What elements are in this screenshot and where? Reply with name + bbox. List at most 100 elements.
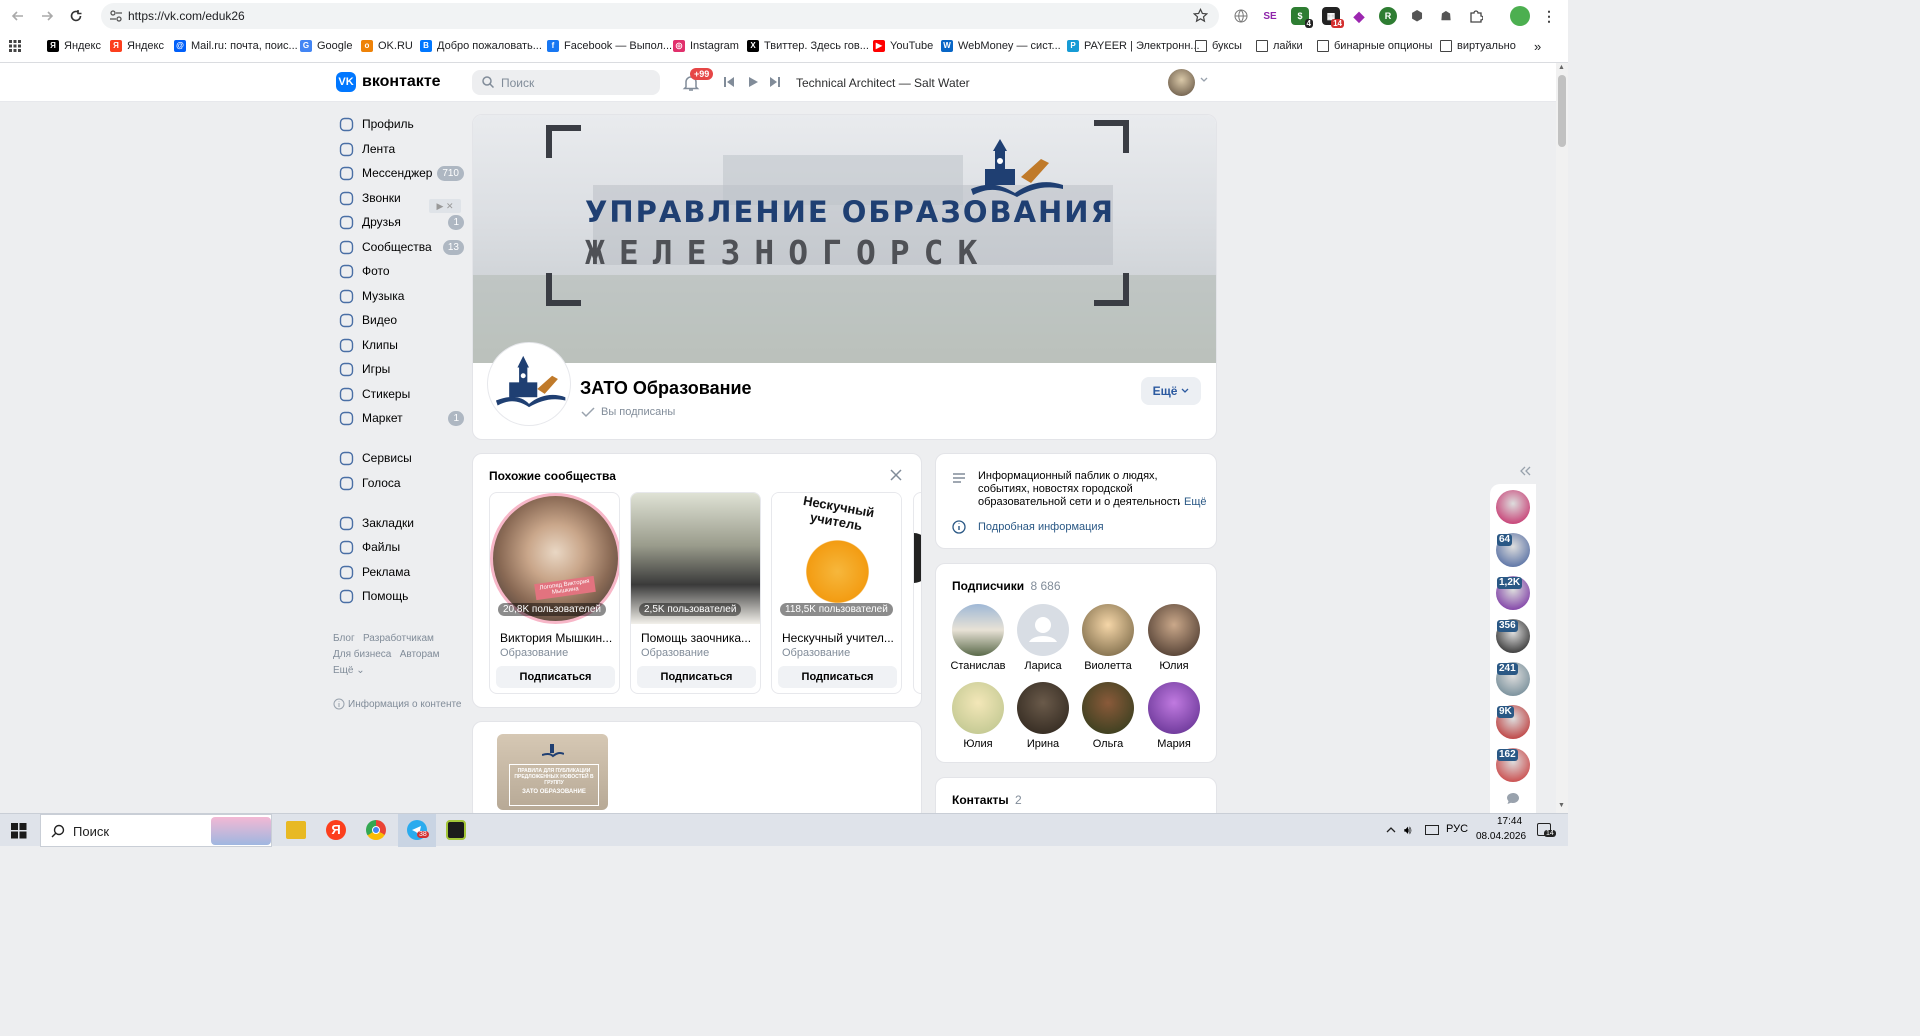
bookmark-12[interactable]: буксы [1195, 36, 1242, 56]
se-extension-icon[interactable]: SE [1261, 7, 1279, 25]
nav-item-1[interactable]: Лента [338, 138, 464, 160]
player-track-title[interactable]: Technical Architect — Salt Water [796, 76, 970, 90]
globe-extension-icon[interactable] [1232, 7, 1250, 25]
footer-link-developers[interactable]: Разработчикам [363, 633, 434, 644]
bookmark-4[interactable]: o OK.RU [361, 36, 413, 56]
similar-community-card[interactable]: Логопед Виктория Мышкина 20,8K пользовате… [489, 492, 620, 694]
group-avatar[interactable] [488, 343, 570, 425]
nav-item-18[interactable]: Помощь [338, 585, 464, 607]
collapse-chats-icon[interactable] [1519, 466, 1531, 476]
subscriber-name[interactable]: Виолетта [1073, 660, 1143, 672]
nav-item-5[interactable]: Сообщества 13 [338, 236, 464, 258]
yandex-browser-icon[interactable]: Я [326, 820, 346, 840]
bookmark-3[interactable]: G Google [300, 36, 352, 56]
contacts-header[interactable]: Контакты 2 [952, 793, 1022, 807]
subscriber-name[interactable]: Ирина [1008, 738, 1078, 750]
calendar-extension-icon[interactable]: ▦ 14 [1322, 7, 1344, 28]
subscriber-name[interactable]: Ольга [1073, 738, 1143, 750]
similar-community-name[interactable]: Помощь заочника... [641, 631, 751, 645]
site-settings-icon[interactable] [109, 9, 123, 23]
bookmark-9[interactable]: ▶ YouTube [873, 36, 933, 56]
player-next-icon[interactable] [769, 76, 781, 88]
nav-item-7[interactable]: Музыка [338, 285, 464, 307]
subscriber-avatar[interactable] [1017, 682, 1069, 734]
file-explorer-icon[interactable] [286, 821, 306, 839]
subscription-status[interactable]: Вы подписаны [581, 406, 675, 418]
vk-logo[interactable]: VK вконтакте [336, 72, 441, 92]
nav-item-12[interactable]: Маркет 1 [338, 407, 464, 429]
bookmark-1[interactable]: Я Яндекс [110, 36, 164, 56]
network-icon[interactable] [1425, 825, 1439, 835]
volume-icon[interactable]: 🔊︎ [1404, 823, 1412, 838]
nav-item-15[interactable]: Закладки [338, 512, 464, 534]
subscribe-button[interactable]: Подписаться [778, 666, 897, 688]
nav-item-0[interactable]: Профиль [338, 113, 464, 135]
player-prev-icon[interactable] [723, 76, 735, 88]
footer-link-business[interactable]: Для бизнеса [333, 649, 391, 660]
subscribers-header[interactable]: Подписчики 8 686 [952, 579, 1061, 593]
subscriber-avatar[interactable] [1017, 604, 1069, 656]
subscriber-avatar[interactable] [1082, 604, 1134, 656]
nav-item-9[interactable]: Клипы [338, 334, 464, 356]
subscriber-name[interactable]: Станислав [943, 660, 1013, 672]
green-extension-icon[interactable]: R [1379, 7, 1397, 25]
footer-link-more[interactable]: Ещё [333, 665, 353, 676]
app-taskbar-icon[interactable] [446, 820, 466, 840]
player-play-icon[interactable] [747, 76, 759, 88]
bookmark-6[interactable]: f Facebook — Выпол... [547, 36, 672, 56]
clock-time[interactable]: 17:44 [1497, 816, 1522, 827]
bookmark-8[interactable]: X Твиттер. Здесь гов... [747, 36, 869, 56]
bookmark-10[interactable]: W WebMoney — сист... [941, 36, 1061, 56]
similar-next-card-peek[interactable] [913, 492, 921, 694]
bookmark-11[interactable]: P PAYEER | Электронн... [1067, 36, 1200, 56]
language-indicator[interactable]: РУС [1446, 823, 1468, 835]
ghost-extension-icon[interactable]: ☗ [1437, 7, 1455, 25]
similar-community-card[interactable]: 2,5K пользователей Помощь заочника... Обра… [630, 492, 761, 694]
chat-bubble-icon[interactable] [1506, 792, 1520, 805]
page-scrollbar[interactable]: ▲ ▼ [1556, 63, 1568, 813]
forward-icon[interactable] [37, 6, 57, 26]
ad-overlay-icon[interactable]: ▶ ✕ [429, 199, 461, 213]
similar-community-name[interactable]: Виктория Мышкин... [500, 631, 612, 645]
subscribe-button[interactable]: Подписаться [496, 666, 615, 688]
nav-item-8[interactable]: Видео [338, 309, 464, 331]
puzzle-extension-icon[interactable]: $4 [1291, 7, 1313, 28]
back-icon[interactable] [8, 6, 28, 26]
scrollbar-thumb[interactable] [1558, 75, 1566, 147]
group-more-button[interactable]: Ещё [1141, 377, 1201, 405]
footer-link-authors[interactable]: Авторам [400, 649, 440, 660]
chevron-down-icon[interactable] [1200, 77, 1208, 83]
bookmarks-overflow-icon[interactable]: » [1534, 36, 1541, 56]
user-avatar[interactable] [1168, 69, 1195, 96]
menu-dots-icon[interactable]: ⋮ [1540, 7, 1558, 25]
similar-community-name[interactable]: Нескучный учител... [782, 631, 894, 645]
scroll-down-icon[interactable]: ▼ [1558, 802, 1565, 809]
nav-item-11[interactable]: Стикеры [338, 383, 464, 405]
bookmark-star-icon[interactable] [1193, 8, 1208, 23]
gem-extension-icon[interactable]: ◆ [1350, 7, 1368, 25]
vk-search-input[interactable]: Поиск [472, 70, 660, 95]
profile-avatar-icon[interactable] [1510, 6, 1530, 26]
similar-community-card[interactable]: Нескучный учитель 118,5K пользователей Нес… [771, 492, 902, 694]
subscriber-avatar[interactable] [952, 604, 1004, 656]
windows-start-icon[interactable] [11, 823, 27, 839]
reload-icon[interactable] [66, 6, 86, 26]
bookmark-14[interactable]: бинарные опционы [1317, 36, 1433, 56]
content-info-link[interactable]: Информация о контенте [333, 698, 462, 710]
nav-item-16[interactable]: Файлы [338, 536, 464, 558]
nav-item-4[interactable]: Друзья 1 [338, 211, 464, 233]
nav-item-17[interactable]: Реклама [338, 561, 464, 583]
telegram-taskbar-button[interactable]: 38 [398, 814, 436, 847]
subscriber-avatar[interactable] [1148, 604, 1200, 656]
chat-avatar[interactable] [1496, 490, 1530, 524]
bookmark-0[interactable]: Я Яндекс [47, 36, 101, 56]
subscriber-name[interactable]: Мария [1139, 738, 1209, 750]
bookmark-5[interactable]: B Добро пожаловать... [420, 36, 542, 56]
about-more-link[interactable]: Ещё [1180, 496, 1207, 508]
subscribe-button[interactable]: Подписаться [637, 666, 756, 688]
bookmark-15[interactable]: виртуально [1440, 36, 1516, 56]
bookmark-7[interactable]: ◎ Instagram [673, 36, 739, 56]
subscriber-avatar[interactable] [1148, 682, 1200, 734]
nav-item-10[interactable]: Игры [338, 358, 464, 380]
bookmark-13[interactable]: лайки [1256, 36, 1303, 56]
